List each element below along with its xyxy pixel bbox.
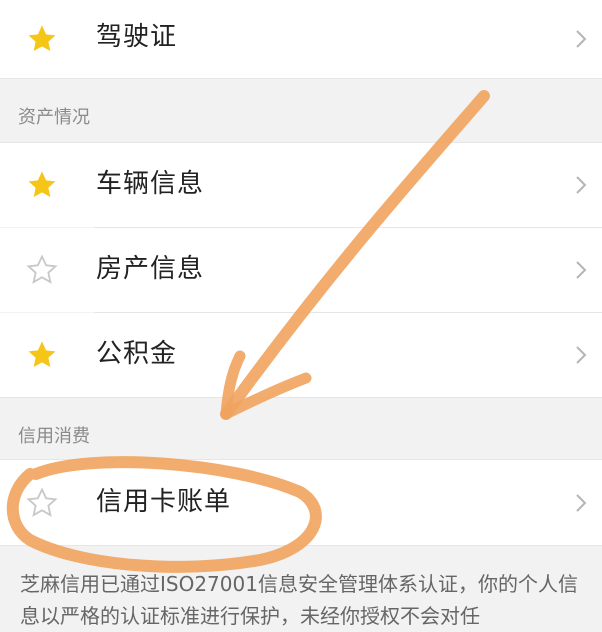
chevron-right-icon <box>574 492 588 514</box>
list-row-housing-fund[interactable]: 公积金 <box>0 313 602 397</box>
row-label: 驾驶证 <box>96 22 178 52</box>
row-label: 信用卡账单 <box>96 487 232 517</box>
star-outline-icon <box>24 252 60 288</box>
chevron-right-icon <box>574 259 588 281</box>
list-row-driver-license[interactable]: 驾驶证 <box>0 0 602 78</box>
chevron-right-icon <box>574 174 588 196</box>
star-outline-icon <box>24 485 60 521</box>
list-row-credit-card-bill[interactable]: 信用卡账单 <box>0 460 602 546</box>
security-notice-text: 芝麻信用已通过ISO27001信息安全管理体系认证，你的个人信息以严格的认证标准… <box>20 572 578 628</box>
chevron-right-icon <box>574 28 588 50</box>
row-label: 公积金 <box>96 339 178 369</box>
star-filled-icon <box>24 167 60 203</box>
row-label: 车辆信息 <box>96 169 205 199</box>
list-row-property-info[interactable]: 房产信息 <box>0 228 602 312</box>
star-filled-icon <box>24 337 60 373</box>
section-header-assets: 资产情况 <box>0 78 602 143</box>
row-label: 房产信息 <box>96 254 205 284</box>
section-header-credit: 信用消费 <box>0 397 602 460</box>
section-title: 信用消费 <box>18 426 90 447</box>
list-row-vehicle-info[interactable]: 车辆信息 <box>0 143 602 227</box>
section-title: 资产情况 <box>18 107 90 128</box>
chevron-right-icon <box>574 344 588 366</box>
star-filled-icon <box>24 21 60 57</box>
